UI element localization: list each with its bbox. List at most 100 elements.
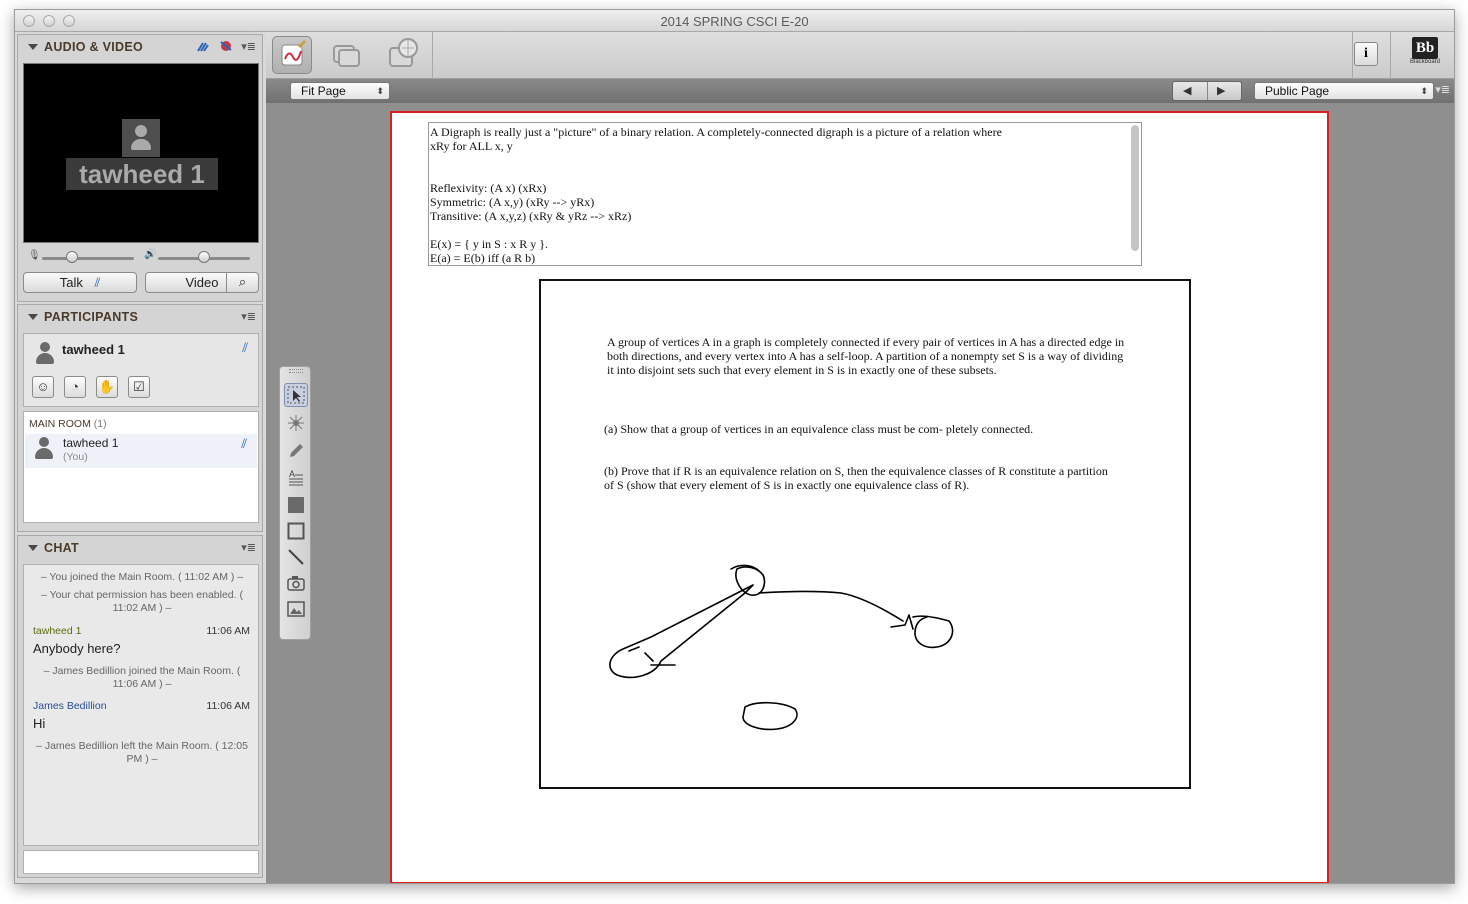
select-arrows-icon: ⬍ — [376, 86, 384, 96]
audio-video-header[interactable]: AUDIO & VIDEO ▾≣ — [18, 35, 262, 59]
talk-label: Talk — [59, 275, 83, 290]
whiteboard-area[interactable]: A Digraph is really just a "picture" of … — [266, 103, 1454, 883]
audio-setup-icon[interactable] — [218, 39, 234, 56]
away-status-icon[interactable]: ◔ — [64, 376, 86, 398]
info-button[interactable]: i — [1354, 42, 1378, 66]
participants-header[interactable]: PARTICIPANTS ▾≣ — [18, 305, 262, 329]
video-button[interactable]: Video ⌕ — [145, 272, 259, 293]
text-line — [430, 223, 1141, 237]
speaker-icon: 🔊 — [144, 249, 157, 260]
image-tool-button[interactable] — [284, 597, 308, 621]
collapse-triangle-icon[interactable] — [28, 44, 38, 50]
text-line — [430, 167, 1141, 181]
web-tour-icon — [389, 38, 418, 67]
mic-volume-knob[interactable] — [66, 251, 78, 263]
pencil-icon — [290, 444, 303, 457]
room-count: (1) — [93, 418, 107, 430]
toolbar-divider — [1390, 32, 1391, 79]
page-toolbar: Fit Page ⬍ ◀ ▶ Public Page ⬍ ▾≣ — [266, 79, 1454, 103]
chat-log[interactable]: – You joined the Main Room. ( 11:02 AM )… — [23, 564, 259, 846]
fit-page-value: Fit Page — [301, 84, 346, 98]
application-share-button[interactable] — [326, 36, 366, 74]
problem-slide: A group of vertices A in a graph is comp… — [539, 279, 1191, 789]
toolbar-menu-icon[interactable]: ▾≣ — [1435, 83, 1450, 96]
video-display: tawheed 1 — [23, 63, 259, 243]
pointer-tool-button[interactable] — [284, 411, 308, 435]
chat-input[interactable] — [23, 850, 259, 874]
video-preview-icon[interactable]: ⌕ — [226, 273, 258, 292]
hollow-shape-tool-button[interactable] — [284, 519, 308, 543]
mic-volume-slider[interactable] — [42, 257, 134, 260]
system-message: – James Bedillion joined the Main Room. … — [43, 665, 241, 690]
panel-menu-icon[interactable]: ▾≣ — [241, 40, 256, 53]
window-title: 2014 SPRING CSCI E-20 — [660, 14, 809, 29]
system-message: – Your chat permission has been enabled.… — [41, 589, 243, 614]
text-line — [430, 153, 1141, 167]
select-tool-button[interactable] — [284, 383, 308, 407]
filled-shape-tool-button[interactable] — [284, 493, 308, 517]
participants-panel: PARTICIPANTS ▾≣ tawheed 1 ⫽ ☺ ◔ ✋ ☑ MAIN… — [17, 304, 263, 532]
blackboard-logo: Bb Blackboard — [1406, 37, 1444, 71]
poll-response-icon[interactable]: ☑ — [128, 376, 150, 398]
talk-button[interactable]: Talk ⫽ — [23, 272, 137, 293]
next-page-button[interactable]: ▶ — [1217, 84, 1225, 97]
freehand-drawing — [609, 564, 954, 731]
blackboard-brand-name: Blackboard — [1409, 59, 1441, 65]
whiteboard-tools-palette: A — [279, 366, 311, 640]
chat-header[interactable]: CHAT ▾≣ — [18, 536, 262, 560]
collapse-triangle-icon[interactable] — [28, 314, 38, 320]
text-line: Symmetric: (A x,y) (xRy --> yRx) — [430, 195, 595, 209]
toolbar-divider — [1352, 32, 1353, 79]
panel-menu-icon[interactable]: ▾≣ — [241, 541, 256, 554]
line-tool-button[interactable] — [284, 545, 308, 569]
message-sender: tawheed 1 — [33, 625, 82, 637]
screen-capture-tool-button[interactable] — [284, 571, 308, 595]
pen-tool-button[interactable] — [284, 439, 308, 463]
previous-page-button[interactable]: ◀ — [1183, 84, 1191, 97]
nav-divider — [1207, 82, 1208, 100]
text-line: xRy for ALL x, y — [430, 139, 513, 153]
whiteboard-text-box[interactable]: A Digraph is really just a "picture" of … — [428, 122, 1142, 266]
rectangle-outline-icon — [287, 522, 305, 540]
app-share-icon — [333, 45, 360, 67]
user-avatar-icon — [122, 119, 160, 157]
text-tool-button[interactable]: A — [284, 465, 308, 489]
room-header: MAIN ROOM (1) — [29, 418, 107, 430]
info-icon: i — [1364, 46, 1368, 61]
participants-title: PARTICIPANTS — [44, 310, 139, 324]
svg-text:A: A — [289, 469, 295, 479]
text-box-scrollbar[interactable] — [1131, 125, 1139, 251]
speaker-volume-knob[interactable] — [198, 251, 210, 263]
page-nav-group: ◀ ▶ — [1172, 81, 1242, 101]
line-icon — [288, 549, 304, 565]
message-text: Hi — [33, 716, 46, 731]
raise-hand-icon[interactable]: ✋ — [96, 376, 118, 398]
fit-page-select[interactable]: Fit Page ⬍ — [290, 82, 390, 100]
page-visibility-select[interactable]: Public Page ⬍ — [1254, 82, 1434, 100]
room-label: MAIN ROOM — [29, 418, 91, 430]
chat-panel: CHAT ▾≣ – You joined the Main Room. ( 11… — [17, 535, 263, 878]
list-item[interactable]: tawheed 1 (You) ⫽ — [25, 434, 257, 468]
member-note: (You) — [63, 451, 88, 463]
audio-video-title: AUDIO & VIDEO — [44, 40, 144, 54]
palette-grip-icon[interactable] — [289, 369, 303, 373]
panel-menu-icon[interactable]: ▾≣ — [241, 310, 256, 323]
video-user-name: tawheed 1 — [66, 158, 218, 190]
emoticon-icon[interactable]: ☺ — [32, 376, 54, 398]
user-avatar-icon — [35, 437, 53, 459]
app-window: 2014 SPRING CSCI E-20 AUDIO & VIDEO ▾≣ t… — [14, 9, 1455, 884]
web-tour-button[interactable] — [382, 36, 422, 74]
microphone-icon: 🎙 — [28, 250, 41, 261]
laser-pointer-icon — [288, 415, 304, 431]
message-time: 11:06 AM — [206, 700, 250, 712]
talk-status-icon: ⫽ — [94, 275, 101, 290]
talking-indicator-icon — [196, 39, 210, 56]
collapse-triangle-icon[interactable] — [28, 545, 38, 551]
user-avatar-icon — [36, 342, 54, 364]
camera-icon — [287, 576, 305, 591]
whiteboard-mode-button[interactable] — [272, 36, 312, 74]
whiteboard-page[interactable]: A Digraph is really just a "picture" of … — [390, 111, 1329, 883]
system-message: – You joined the Main Room. ( 11:02 AM )… — [40, 571, 244, 583]
audio-video-panel: AUDIO & VIDEO ▾≣ tawheed 1 🎙 🔊 Talk ⫽ Vi… — [17, 34, 263, 302]
text-line: E(a) = E(b) iff (a R b) — [430, 251, 536, 265]
